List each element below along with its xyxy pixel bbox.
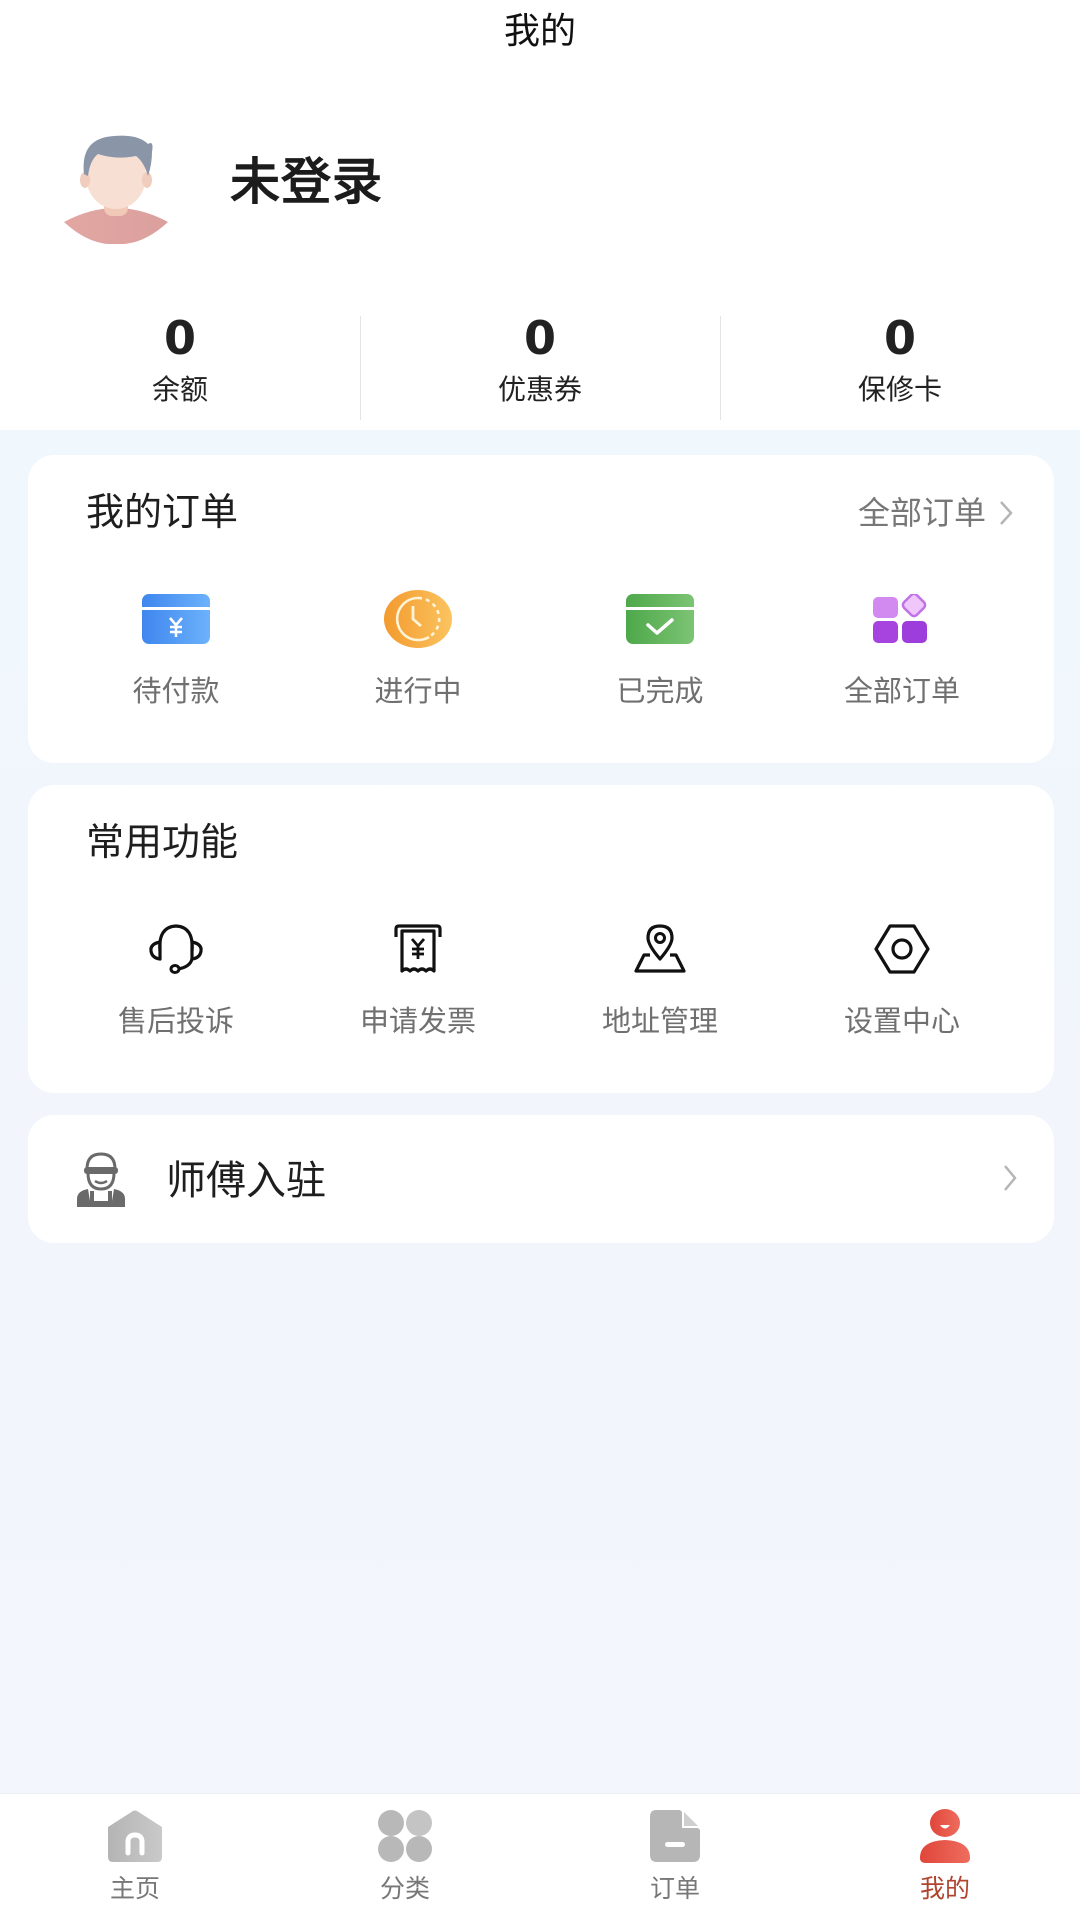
tab-category[interactable]: 分类	[270, 1794, 540, 1920]
stat-value: 0	[163, 311, 196, 365]
features-title: 常用功能	[86, 820, 239, 864]
category-icon	[378, 1810, 432, 1862]
user-name[interactable]: 未登录	[230, 150, 383, 214]
chevron-right-icon	[1004, 1165, 1017, 1191]
tab-label: 我的	[919, 1874, 970, 1903]
tab-orders[interactable]: 订单	[540, 1794, 810, 1920]
tab-profile[interactable]: 我的	[810, 1794, 1080, 1920]
invoice-icon	[394, 924, 442, 973]
order-in-progress[interactable]: 进行中	[297, 587, 539, 711]
tab-label: 订单	[649, 1874, 700, 1903]
order-status-label: 已完成	[616, 674, 704, 708]
home-icon	[108, 1810, 162, 1862]
in-progress-clock-icon	[384, 590, 452, 648]
feature-request-invoice[interactable]: 申请发票	[297, 917, 539, 1041]
stat-label: 保修卡	[857, 373, 942, 406]
orders-title: 我的订单	[86, 490, 239, 534]
order-status-grid: 待付款 进行中 已完成 全部订单	[28, 587, 1054, 711]
feature-settings-center[interactable]: 设置中心	[781, 917, 1023, 1041]
order-completed[interactable]: 已完成	[539, 587, 781, 711]
order-doc-icon	[650, 1810, 700, 1862]
chevron-right-icon	[1000, 501, 1013, 525]
page-title: 我的	[503, 11, 576, 52]
order-status-label: 待付款	[132, 674, 220, 708]
order-status-label: 进行中	[374, 674, 462, 708]
all-orders-link[interactable]: 全部订单	[858, 491, 1014, 535]
stat-value: 0	[523, 311, 556, 365]
craftsman-join-row[interactable]: 师傅入驻	[28, 1115, 1054, 1243]
feature-label: 售后投诉	[117, 1004, 234, 1038]
bottom-tab-bar: 主页 分类 订单 我的	[0, 1793, 1080, 1920]
stat-label: 优惠券	[497, 373, 582, 406]
features-grid: 售后投诉 申请发票 地址管理 设置中心	[28, 917, 1054, 1041]
pending-payment-icon	[142, 594, 210, 644]
feature-label: 地址管理	[601, 1004, 718, 1038]
common-features-card: 常用功能 售后投诉 申请发票 地址管理 设置中心	[28, 785, 1054, 1093]
stat-balance[interactable]: 0 余额	[0, 310, 360, 425]
craftsman-join-label: 师傅入驻	[166, 1158, 326, 1204]
tab-label: 分类	[379, 1874, 430, 1903]
user-avatar[interactable]	[62, 130, 170, 245]
feature-label: 申请发票	[359, 1004, 476, 1038]
profile-icon	[920, 1809, 970, 1863]
worker-icon	[77, 1152, 125, 1207]
completed-check-icon	[626, 594, 694, 644]
feature-label: 设置中心	[843, 1004, 960, 1038]
order-all[interactable]: 全部订单	[781, 587, 1023, 711]
stat-label: 余额	[151, 373, 208, 406]
account-stats: 0 余额 0 优惠券 0 保修卡	[0, 310, 1080, 425]
default-user-avatar-icon	[64, 135, 168, 245]
tab-label: 主页	[109, 1874, 160, 1903]
stat-value: 0	[883, 311, 916, 365]
order-pending-payment[interactable]: 待付款	[55, 587, 297, 711]
all-orders-link-label: 全部订单	[857, 494, 986, 532]
tab-home[interactable]: 主页	[0, 1794, 270, 1920]
feature-after-sales-complaint[interactable]: 售后投诉	[55, 917, 297, 1041]
stat-warranty-cards[interactable]: 0 保修卡	[720, 310, 1080, 425]
settings-hex-icon	[874, 924, 930, 974]
headset-icon	[149, 924, 203, 974]
all-orders-grid-icon	[873, 594, 927, 643]
order-status-label: 全部订单	[843, 674, 960, 708]
stat-coupons[interactable]: 0 优惠券	[360, 310, 720, 425]
location-pin-icon	[634, 924, 686, 973]
feature-address-management[interactable]: 地址管理	[539, 917, 781, 1041]
my-orders-card: 我的订单 全部订单 待付款 进行中 已完成 全部订单	[28, 455, 1054, 763]
